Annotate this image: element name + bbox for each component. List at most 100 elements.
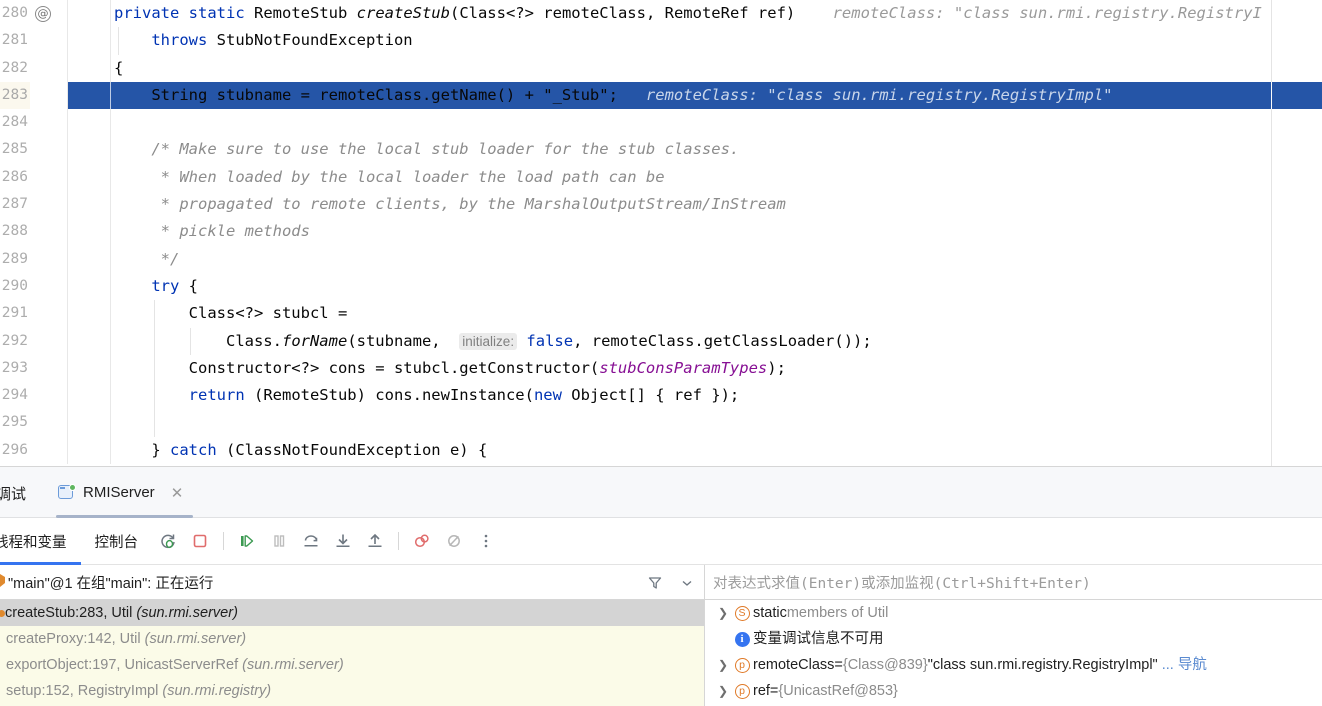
code-line-286[interactable]: 286 * When loaded by the local loader th… xyxy=(0,163,1322,192)
filter-icon[interactable] xyxy=(646,574,664,592)
tab-threads-and-variables[interactable]: 线程和变量 xyxy=(0,518,81,565)
debug-window-label[interactable]: 调试 xyxy=(0,483,26,504)
code-line-291[interactable]: 291 Class<?> stubcl = xyxy=(0,300,1322,328)
step-over-button[interactable] xyxy=(296,526,326,556)
code-token: ); xyxy=(767,358,786,377)
tab-rmiserver[interactable]: RMIServer ✕ xyxy=(48,467,197,518)
close-icon[interactable]: ✕ xyxy=(171,484,184,502)
code-token: static xyxy=(188,4,245,22)
variable-row[interactable]: ❯ p ref = {UnicastRef@853} xyxy=(705,678,1322,704)
code-text: return (RemoteStub) cons.newInstance(new… xyxy=(110,382,740,409)
line-number: 285 xyxy=(1,141,28,158)
more-options-button[interactable] xyxy=(471,526,501,556)
frames-pane[interactable]: "main"@1 在组"main": 正在运行 createStub:283, … xyxy=(0,565,705,706)
variable-row[interactable]: ❯ Sstatic members of Util xyxy=(705,600,1322,626)
gutter-separator xyxy=(67,272,68,301)
rerun-debug-button[interactable] xyxy=(153,526,183,556)
debugger-toolbar[interactable]: 线程和变量 控制台 xyxy=(0,518,1322,565)
line-number: 280 xyxy=(1,5,28,21)
variable-name: static xyxy=(753,605,787,621)
step-into-button[interactable] xyxy=(328,526,358,556)
info-icon: i xyxy=(731,631,753,647)
navigate-link[interactable]: ... 导航 xyxy=(1162,652,1207,678)
variable-name: 变量调试信息不可用 xyxy=(753,631,884,647)
gutter-separator xyxy=(67,109,68,137)
variables-tree[interactable]: ❯Sstatic members of Util❯i变量调试信息不可用❯prem… xyxy=(705,600,1322,706)
frame-row[interactable]: setup:152, RegistryImpl (sun.rmi.registr… xyxy=(0,678,704,704)
variables-pane[interactable]: 对表达式求值(Enter)或添加监视(Ctrl+Shift+Enter) ❯ Ss… xyxy=(705,565,1322,706)
code-line-292[interactable]: 292 Class.forName(stubname, initialize: … xyxy=(0,327,1322,355)
tab-rmiserver-label: RMIServer xyxy=(83,484,155,501)
thread-selector-actions xyxy=(646,565,696,600)
annotation-marker-icon[interactable]: @ xyxy=(34,4,52,22)
chevron-right-icon[interactable]: ❯ xyxy=(715,600,731,626)
frame-row[interactable]: createProxy:142, Util (sun.rmi.server) xyxy=(0,626,704,652)
code-token: (RemoteStub) cons.newInstance( xyxy=(244,386,534,405)
code-editor[interactable]: 280 @ private static RemoteStub createStub… xyxy=(0,0,1322,466)
code-text: Class<?> stubcl = xyxy=(110,300,348,327)
code-line-290[interactable]: 290 try { xyxy=(0,272,1322,301)
frame-package: (sun.rmi.registry) xyxy=(162,683,272,699)
code-line-281[interactable]: 281 throws StubNotFoundException xyxy=(0,27,1322,55)
line-number: 287 xyxy=(1,196,28,213)
code-line-289[interactable]: 289 */ xyxy=(0,245,1322,273)
gutter-separator xyxy=(67,300,68,328)
gutter-separator xyxy=(67,136,68,164)
thread-running-icon xyxy=(0,574,5,587)
frame-row[interactable]: createStub:283, Util (sun.rmi.server) xyxy=(0,600,704,626)
debug-tool-window[interactable]: 调试 RMIServer ✕ 线程和变量 控制台 "main"@1 在组"mai… xyxy=(0,466,1322,706)
thread-selector[interactable]: "main"@1 在组"main": 正在运行 xyxy=(0,565,704,600)
tab-console[interactable]: 控制台 xyxy=(81,518,153,565)
code-token: throws xyxy=(151,31,208,50)
view-breakpoints-button[interactable] xyxy=(407,526,437,556)
gutter-separator xyxy=(67,354,68,383)
chevron-down-icon[interactable] xyxy=(678,574,696,592)
stop-button[interactable] xyxy=(185,526,215,556)
code-line-296[interactable]: 296 } catch (ClassNotFoundException e) { xyxy=(0,436,1322,465)
code-token: try xyxy=(151,276,180,295)
line-number: 294 xyxy=(1,387,28,404)
code-line-294[interactable]: 294 return (RemoteStub) cons.newInstance… xyxy=(0,382,1322,410)
mute-breakpoints-button[interactable] xyxy=(439,526,469,556)
code-line-295[interactable]: 295 xyxy=(0,409,1322,437)
variable-row[interactable]: ❯i变量调试信息不可用 xyxy=(705,626,1322,652)
code-line-288[interactable]: 288 * pickle methods xyxy=(0,218,1322,246)
gutter-separator xyxy=(67,245,68,273)
code-lines-container[interactable]: 280 @ private static RemoteStub createStub… xyxy=(0,0,1322,465)
code-text: private static RemoteStub createStub(Cla… xyxy=(110,0,1262,27)
line-number: 295 xyxy=(1,414,28,431)
code-line-284[interactable]: 284 xyxy=(0,109,1322,137)
code-text: * propagated to remote clients, by the M… xyxy=(110,191,786,218)
line-number: 281 xyxy=(1,32,28,49)
code-line-280[interactable]: 280 @ private static RemoteStub createStub… xyxy=(0,0,1322,28)
code-token: (stubname, xyxy=(347,331,460,350)
code-line-283[interactable]: 283 String stubname = remoteClass.getNam… xyxy=(0,81,1322,110)
chevron-right-icon[interactable]: ❯ xyxy=(715,678,731,704)
code-token: (Class<?> remoteClass, RemoteRef ref) xyxy=(449,4,796,22)
code-line-287[interactable]: 287 * propagated to remote clients, by t… xyxy=(0,191,1322,219)
frame-row[interactable]: exportObject:197, UnicastServerRef (sun.… xyxy=(0,652,704,678)
frame-package: (sun.rmi.server) xyxy=(144,631,247,647)
resume-button[interactable] xyxy=(232,526,262,556)
toolbar-divider-2 xyxy=(398,532,399,550)
step-out-button[interactable] xyxy=(360,526,390,556)
chevron-right-icon[interactable]: ❯ xyxy=(715,652,731,678)
code-token: } xyxy=(114,440,170,459)
code-token: * propagated to remote clients, by the M… xyxy=(114,195,786,214)
code-token: { xyxy=(179,276,198,295)
gutter-separator xyxy=(67,27,68,55)
code-line-293[interactable]: 293 Constructor<?> cons = stubcl.getCons… xyxy=(0,354,1322,383)
toolbar-divider-1 xyxy=(223,532,224,550)
code-line-282[interactable]: 282 { xyxy=(0,54,1322,82)
variable-row[interactable]: ❯ p remoteClass = {Class@839} "class sun.r… xyxy=(705,652,1322,678)
call-stack-frames[interactable]: createStub:283, Util (sun.rmi.server) cre… xyxy=(0,600,704,706)
evaluate-expression-input[interactable]: 对表达式求值(Enter)或添加监视(Ctrl+Shift+Enter) xyxy=(705,565,1322,600)
line-number: 288 xyxy=(1,223,28,240)
code-line-285[interactable]: 285 /* Make sure to use the local stub l… xyxy=(0,136,1322,164)
pause-button[interactable] xyxy=(264,526,294,556)
code-token: String stubname = remoteClass.getName() … xyxy=(114,85,618,104)
gutter-separator xyxy=(67,0,68,28)
